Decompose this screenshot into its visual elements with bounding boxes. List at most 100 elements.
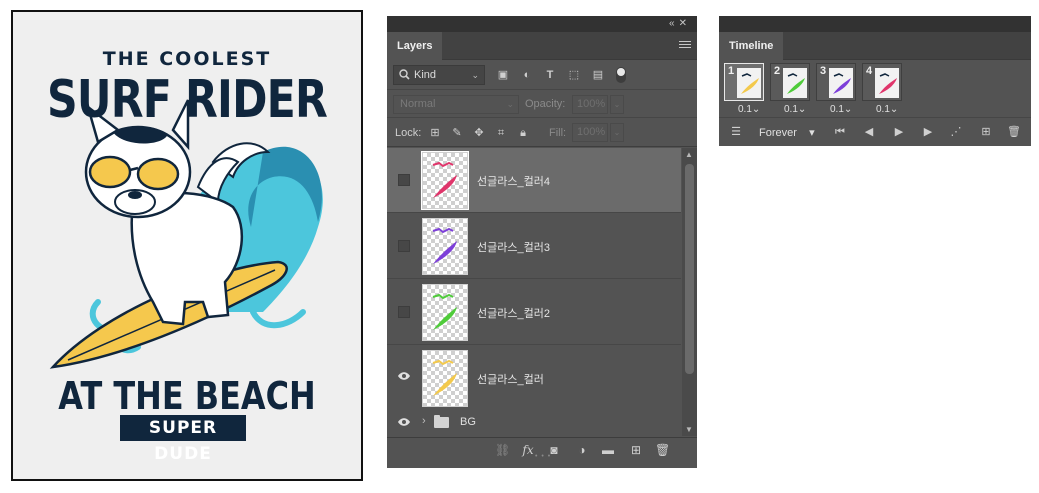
frame-preview-art — [879, 73, 897, 94]
layer-row[interactable]: 선글라스_컬러3 — [387, 214, 681, 279]
filter-kind-label: Kind — [414, 69, 437, 81]
layer-list: 선글라스_컬러4 선글라스_컬러3 선글라스_컬러2 선글라스_컬러 — [387, 148, 681, 436]
type-filter-icon[interactable]: T — [544, 69, 556, 81]
panel-collapse-strip — [719, 16, 1031, 32]
animation-frame[interactable]: 2 0.1⌄ — [770, 63, 810, 115]
filter-kind-select[interactable]: Kind ⌄ — [393, 65, 485, 85]
play-icon[interactable]: ▶ — [892, 126, 906, 138]
trash-icon[interactable]: 🗑︎ — [655, 443, 670, 457]
smart-object-filter-icon[interactable]: ▤ — [592, 69, 604, 81]
panel-collapse-strip: «✕ — [387, 16, 697, 32]
lock-image-pixels-icon[interactable]: ✎ — [451, 127, 463, 139]
tab-timeline[interactable]: Timeline — [719, 32, 784, 60]
layer-thumbnail — [421, 151, 469, 210]
sunglasses-thumbnail-art — [432, 161, 457, 198]
adjustment-layer-icon[interactable]: ◑ — [575, 443, 589, 457]
chevron-down-icon: ⌄ — [506, 99, 514, 109]
collapse-panel-icon[interactable]: «✕ — [669, 18, 691, 29]
blend-mode-value: Normal — [400, 98, 436, 110]
animation-frame[interactable]: 4 0.1⌄ — [862, 63, 902, 115]
fill-dropdown[interactable]: ⌄ — [610, 123, 624, 142]
animation-frame[interactable]: 1 0.1⌄ — [724, 63, 764, 115]
lock-artboard-icon[interactable]: ⌗ — [495, 127, 507, 139]
frame-delay[interactable]: 0.1⌄ — [830, 104, 852, 115]
frame-thumbnail[interactable]: 3 — [816, 63, 856, 101]
frame-thumbnail[interactable]: 1 — [724, 63, 764, 101]
frame-delay-value: 0.1 — [738, 104, 752, 115]
layer-row[interactable]: 선글라스_컬러 — [387, 346, 681, 411]
timeline-panel: Timeline 1 0.1⌄ 2 0.1⌄ 3 0.1⌄ 4 0.1⌄ ☰ F… — [719, 16, 1031, 146]
visibility-toggle[interactable] — [398, 306, 410, 318]
visibility-toggle[interactable] — [398, 174, 410, 186]
layer-filter-row: Kind ⌄ ▣ ◐ T ⬚ ▤ — [387, 60, 697, 90]
scroll-up-icon[interactable]: ▲ — [685, 150, 693, 159]
frame-delay-value: 0.1 — [784, 104, 798, 115]
lock-row: Lock: ⊞ ✎ ✥ ⌗ 🔒︎ Fill: 100% ⌄ — [387, 119, 697, 147]
layer-name[interactable]: 선글라스_컬러 — [477, 371, 544, 387]
opacity-label: Opacity: — [525, 98, 566, 110]
scroll-down-icon[interactable]: ▼ — [685, 425, 693, 434]
lock-all-icon[interactable]: 🔒︎ — [517, 127, 529, 139]
lock-position-icon[interactable]: ✥ — [473, 127, 485, 139]
pixel-filter-icon[interactable]: ▣ — [497, 69, 509, 81]
first-frame-icon[interactable]: ⏮ — [833, 126, 847, 138]
poster-badge: SUPER DUDE — [120, 415, 246, 464]
layer-name[interactable]: 선글라스_컬러4 — [477, 173, 550, 189]
link-layers-icon[interactable]: ⛓ — [495, 443, 510, 457]
next-frame-icon[interactable]: ▶ — [921, 126, 935, 138]
layer-name[interactable]: 선글라스_컬러3 — [477, 239, 550, 255]
shape-filter-icon[interactable]: ⬚ — [568, 69, 580, 81]
visibility-toggle[interactable] — [398, 240, 410, 252]
frame-delay[interactable]: 0.1⌄ — [876, 104, 898, 115]
layers-scrollbar[interactable]: ▲ ▼ — [682, 148, 697, 436]
tween-icon[interactable]: ⋰ — [949, 126, 963, 138]
group-name[interactable]: BG — [460, 416, 476, 428]
sunglasses-thumbnail-art — [432, 293, 457, 330]
tab-layers[interactable]: Layers — [387, 32, 443, 60]
chevron-right-icon[interactable]: › — [422, 415, 426, 427]
panel-menu-icon[interactable] — [679, 41, 691, 50]
frame-number: 3 — [820, 65, 827, 77]
opacity-dropdown[interactable]: ⌄ — [610, 95, 624, 114]
trash-icon[interactable]: 🗑︎ — [1007, 126, 1021, 138]
eye-icon[interactable] — [397, 417, 411, 427]
new-layer-icon[interactable]: ⊞ — [629, 443, 643, 457]
frame-preview — [875, 68, 899, 98]
opacity-field[interactable]: 100% — [572, 95, 608, 114]
chevron-down-icon: ⌄ — [471, 70, 479, 80]
frame-preview-art — [787, 73, 805, 94]
adjustment-filter-icon[interactable]: ◐ — [521, 69, 533, 81]
fill-field[interactable]: 100% — [572, 123, 608, 142]
frame-delay[interactable]: 0.1⌄ — [738, 104, 760, 115]
frame-thumbnail[interactable]: 2 — [770, 63, 810, 101]
frame-thumbnail[interactable]: 4 — [862, 63, 902, 101]
poster-headline-large: SURF RIDER — [46, 70, 328, 130]
previous-frame-icon[interactable]: ◀ — [862, 126, 876, 138]
layer-group-row[interactable]: › BG — [387, 408, 681, 436]
fill-label: Fill: — [549, 127, 567, 139]
convert-to-video-timeline-icon[interactable]: ☰ — [729, 126, 743, 138]
new-group-icon[interactable]: ▬ — [601, 443, 615, 457]
layer-row[interactable]: 선글라스_컬러2 — [387, 280, 681, 345]
lock-transparent-pixels-icon[interactable]: ⊞ — [429, 127, 441, 139]
sunglasses-thumbnail-art — [432, 227, 457, 264]
layer-thumbnail — [422, 218, 468, 275]
blend-mode-select[interactable]: Normal ⌄ — [393, 95, 519, 114]
frame-delay-value: 0.1 — [830, 104, 844, 115]
poster-subhead: AT THE BEACH — [58, 374, 316, 418]
loop-options-select[interactable]: Forever ▾ — [759, 126, 815, 139]
timeline-tabbar: Timeline — [719, 32, 1031, 60]
layers-panel: «✕ Layers Kind ⌄ ▣ ◐ T ⬚ ▤ Normal ⌄ Opac… — [387, 16, 697, 468]
filter-toggle-icon[interactable] — [616, 67, 626, 83]
eye-icon[interactable] — [397, 371, 411, 381]
timeline-footer: ☰ Forever ▾ ⏮ ◀ ▶ ▶ ⋰ ⊞ 🗑︎ — [719, 120, 1031, 144]
frame-delay[interactable]: 0.1⌄ — [784, 104, 806, 115]
animation-frame[interactable]: 3 0.1⌄ — [816, 63, 856, 115]
duplicate-frame-icon[interactable]: ⊞ — [979, 126, 993, 138]
scroll-thumb[interactable] — [685, 164, 694, 374]
frame-number: 1 — [728, 65, 735, 77]
resize-handle-icon[interactable]: • • • — [535, 453, 551, 460]
layer-name[interactable]: 선글라스_컬러2 — [477, 305, 550, 321]
fx-icon[interactable]: fx — [521, 443, 535, 457]
layer-row[interactable]: 선글라스_컬러4 — [387, 148, 681, 213]
